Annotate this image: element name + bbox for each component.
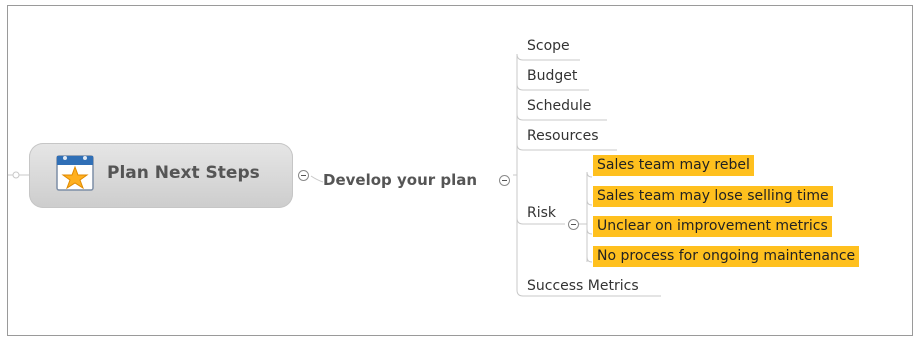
calendar-star-icon [56, 155, 94, 191]
collapse-toggle-risk[interactable] [568, 219, 579, 230]
subtopic-schedule[interactable]: Schedule [527, 98, 591, 114]
risk-item-improvement-metrics[interactable]: Unclear on improvement metrics [593, 216, 832, 237]
subtopic-scope[interactable]: Scope [527, 38, 570, 54]
collapse-toggle-central[interactable] [298, 170, 309, 181]
collapse-toggle-main-topic[interactable] [499, 175, 510, 186]
subtopic-risk[interactable]: Risk [527, 205, 556, 221]
risk-item-maintenance[interactable]: No process for ongoing maintenance [593, 246, 860, 267]
central-topic-title: Plan Next Steps [107, 163, 260, 183]
subtopic-success-metrics[interactable]: Success Metrics [527, 278, 639, 294]
mind-map-canvas: Plan Next Steps Develop your plan Scope … [0, 0, 922, 341]
subtopic-budget[interactable]: Budget [527, 68, 577, 84]
subtopic-resources[interactable]: Resources [527, 128, 599, 144]
risk-item-selling-time[interactable]: Sales team may lose selling time [593, 186, 833, 207]
main-topic-develop-plan[interactable]: Develop your plan [323, 171, 477, 189]
risk-item-rebel[interactable]: Sales team may rebel [593, 155, 754, 176]
